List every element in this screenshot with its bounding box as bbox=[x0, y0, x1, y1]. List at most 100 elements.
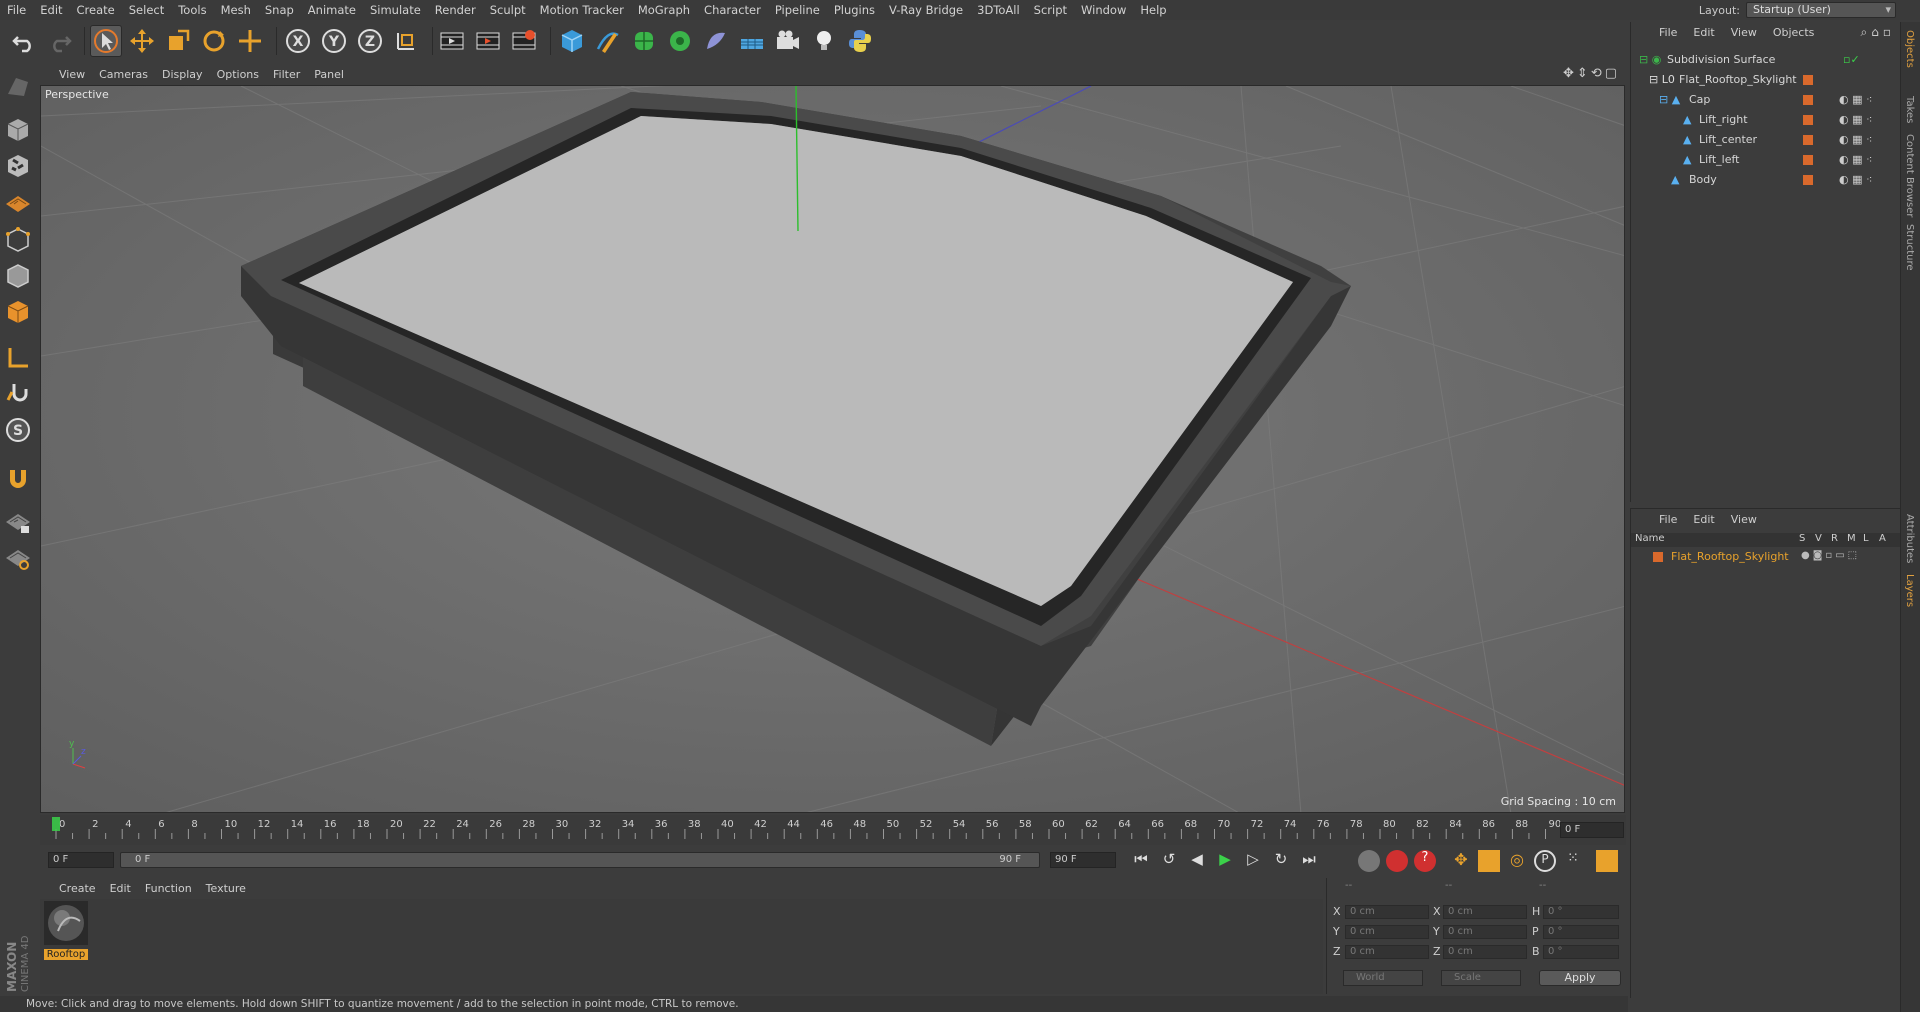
cloner-icon[interactable] bbox=[664, 25, 696, 57]
material-menu-function[interactable]: Function bbox=[138, 882, 199, 895]
object-menu-file[interactable]: File bbox=[1651, 26, 1685, 39]
frame-range-slider[interactable]: 0 F 90 F bbox=[120, 852, 1040, 868]
render-view-icon[interactable] bbox=[436, 25, 468, 57]
y-axis-icon[interactable]: Y bbox=[318, 25, 350, 57]
menu-select[interactable]: Select bbox=[122, 3, 171, 17]
layer-color-tag[interactable] bbox=[1803, 155, 1813, 165]
layer-color-tag[interactable] bbox=[1803, 175, 1813, 185]
viewport-menu-panel[interactable]: Panel bbox=[307, 68, 351, 81]
menu-help[interactable]: Help bbox=[1133, 3, 1173, 17]
playhead[interactable] bbox=[52, 817, 60, 831]
magnet-icon[interactable] bbox=[2, 462, 34, 494]
menu-vray-bridge[interactable]: V-Ray Bridge bbox=[882, 3, 970, 17]
viewport-nav-icons[interactable]: ✥⇕⟲▢ bbox=[1563, 66, 1620, 81]
move-icon[interactable] bbox=[126, 25, 158, 57]
light-icon[interactable] bbox=[808, 25, 840, 57]
subdivision-icon[interactable] bbox=[628, 25, 660, 57]
layer-color-swatch[interactable] bbox=[1653, 552, 1663, 562]
menu-mesh[interactable]: Mesh bbox=[214, 3, 258, 17]
layer-menu-file[interactable]: File bbox=[1651, 513, 1685, 526]
side-tab-takes[interactable]: Takes bbox=[1904, 96, 1915, 123]
object-menu-edit[interactable]: Edit bbox=[1685, 26, 1722, 39]
menu-render[interactable]: Render bbox=[428, 3, 483, 17]
object-row-lift-left[interactable]: ▲ Lift_left ◐ ▦ ⁖ bbox=[1631, 150, 1901, 170]
layer-menu-edit[interactable]: Edit bbox=[1685, 513, 1722, 526]
rot-b-field[interactable]: 0 ° bbox=[1543, 945, 1619, 959]
object-row-cap[interactable]: ⊟ ▲ Cap ◐ ▦ ⁖ bbox=[1631, 90, 1901, 110]
layer-toggle-icons[interactable]: ●◙▫▭⬚ bbox=[1801, 550, 1860, 561]
camera-icon[interactable] bbox=[772, 25, 804, 57]
move-plus-icon[interactable] bbox=[234, 25, 266, 57]
rot-h-field[interactable]: 0 ° bbox=[1543, 905, 1619, 919]
redo-icon[interactable] bbox=[44, 25, 76, 57]
object-row-lift-center[interactable]: ▲ Lift_center ◐ ▦ ⁖ bbox=[1631, 130, 1901, 150]
end-frame-field[interactable]: 90 F bbox=[1050, 852, 1116, 868]
play-icon[interactable]: ▶ bbox=[1214, 850, 1236, 872]
apply-button[interactable]: Apply bbox=[1539, 970, 1621, 986]
side-tab-objects[interactable]: Objects bbox=[1904, 30, 1915, 68]
key-help-icon[interactable]: ? bbox=[1414, 850, 1436, 872]
prev-frame-icon[interactable]: ◀ bbox=[1186, 850, 1208, 872]
object-menu-objects[interactable]: Objects bbox=[1765, 26, 1823, 39]
menu-script[interactable]: Script bbox=[1027, 3, 1074, 17]
menu-plugins[interactable]: Plugins bbox=[827, 3, 882, 17]
menu-character[interactable]: Character bbox=[697, 3, 768, 17]
material-tag-icon[interactable]: ◐ ▦ ⁖ bbox=[1839, 173, 1872, 186]
make-editable-icon[interactable] bbox=[2, 70, 34, 102]
object-row-body[interactable]: ▲ Body ◐ ▦ ⁖ bbox=[1631, 170, 1901, 190]
layer-color-tag[interactable] bbox=[1803, 115, 1813, 125]
material-tag-icon[interactable]: ◐ ▦ ⁖ bbox=[1839, 133, 1872, 146]
start-frame-field[interactable]: 0 F bbox=[48, 852, 114, 868]
object-menu-view[interactable]: View bbox=[1723, 26, 1765, 39]
next-key-icon[interactable]: ↻ bbox=[1270, 850, 1292, 872]
layout-select[interactable]: Startup (User) bbox=[1746, 2, 1896, 18]
pen-icon[interactable] bbox=[592, 25, 624, 57]
material-menu-edit[interactable]: Edit bbox=[103, 882, 138, 895]
menu-pipeline[interactable]: Pipeline bbox=[768, 3, 827, 17]
object-row-flat-rooftop-skylight[interactable]: ⊟ L0 Flat_Rooftop_Skylight bbox=[1631, 70, 1901, 90]
object-row-subdivision-surface[interactable]: ⊟ ◉ Subdivision Surface ▫✓ bbox=[1631, 50, 1901, 70]
next-frame-icon[interactable]: ▷ bbox=[1242, 850, 1264, 872]
layer-row[interactable]: Flat_Rooftop_Skylight ●◙▫▭⬚ bbox=[1631, 549, 1901, 565]
select-icon[interactable] bbox=[90, 25, 122, 57]
key-param-icon[interactable]: P bbox=[1534, 850, 1556, 872]
key-scale-icon[interactable] bbox=[1478, 850, 1500, 872]
size-y-field[interactable]: 0 cm bbox=[1443, 925, 1527, 939]
viewport-menu-options[interactable]: Options bbox=[210, 68, 266, 81]
pos-x-field[interactable]: 0 cm bbox=[1345, 905, 1429, 919]
planar-workplane-icon[interactable] bbox=[2, 542, 34, 574]
layer-color-tag[interactable] bbox=[1803, 135, 1813, 145]
cube-icon[interactable] bbox=[556, 25, 588, 57]
scale-icon[interactable] bbox=[162, 25, 194, 57]
coordinate-system-icon[interactable] bbox=[390, 25, 422, 57]
python-icon[interactable] bbox=[844, 25, 876, 57]
polygons-mode-icon[interactable] bbox=[2, 296, 34, 328]
3d-viewport[interactable]: y z Perspective Grid Spacing : 10 cm bbox=[40, 85, 1625, 813]
floor-icon[interactable] bbox=[736, 25, 768, 57]
layer-color-tag[interactable] bbox=[1803, 95, 1813, 105]
viewport-menu-view[interactable]: View bbox=[52, 68, 92, 81]
side-tab-attributes[interactable]: Attributes bbox=[1904, 514, 1915, 563]
menu-animate[interactable]: Animate bbox=[301, 3, 363, 17]
menu-tools[interactable]: Tools bbox=[171, 3, 213, 17]
side-tab-content-browser[interactable]: Content Browser bbox=[1904, 134, 1915, 217]
render-picture-icon[interactable] bbox=[472, 25, 504, 57]
menu-window[interactable]: Window bbox=[1074, 3, 1133, 17]
size-mode-select[interactable]: Scale bbox=[1441, 970, 1521, 986]
menu-simulate[interactable]: Simulate bbox=[363, 3, 428, 17]
key-rotation-icon[interactable]: ◎ bbox=[1506, 850, 1528, 872]
enabled-check-icon[interactable]: ▫✓ bbox=[1843, 53, 1860, 66]
viewport-menu-display[interactable]: Display bbox=[155, 68, 210, 81]
points-mode-icon[interactable] bbox=[2, 224, 34, 256]
rot-p-field[interactable]: 0 ° bbox=[1543, 925, 1619, 939]
prev-key-icon[interactable]: ↺ bbox=[1158, 850, 1180, 872]
coord-mode-select[interactable]: World bbox=[1343, 970, 1423, 986]
deformer-icon[interactable] bbox=[700, 25, 732, 57]
x-axis-icon[interactable]: X bbox=[282, 25, 314, 57]
material-menu-create[interactable]: Create bbox=[52, 882, 103, 895]
menu-3dtoall[interactable]: 3DToAll bbox=[970, 3, 1027, 17]
pos-z-field[interactable]: 0 cm bbox=[1345, 945, 1429, 959]
edges-mode-icon[interactable] bbox=[2, 260, 34, 292]
object-row-lift-right[interactable]: ▲ Lift_right ◐ ▦ ⁖ bbox=[1631, 110, 1901, 130]
material-menu-texture[interactable]: Texture bbox=[199, 882, 253, 895]
